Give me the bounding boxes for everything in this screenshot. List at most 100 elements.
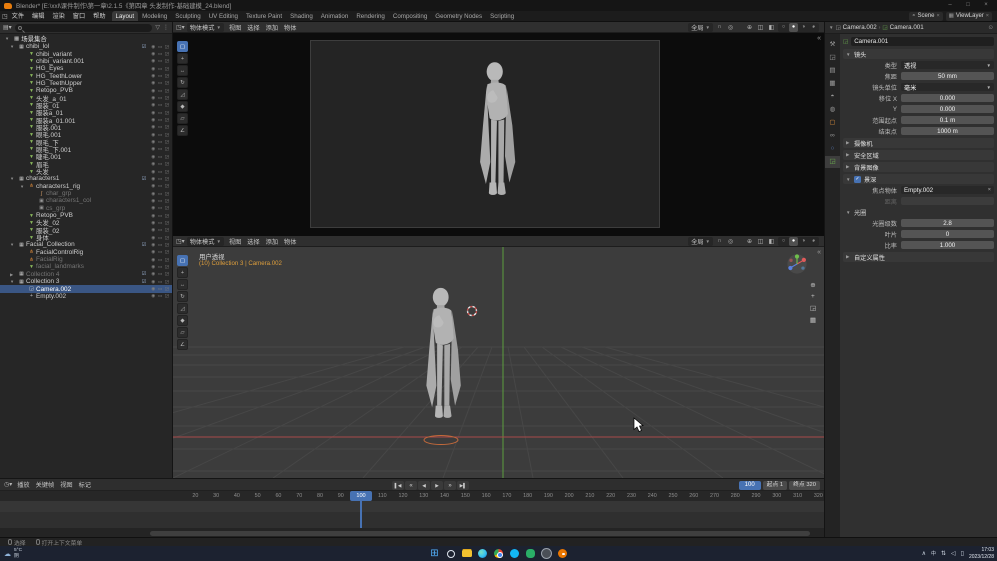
property-field[interactable]: 毫米 ▼ × xyxy=(901,82,994,92)
hide-eye-icon[interactable]: ◉ xyxy=(151,110,155,116)
outliner-row[interactable]: 头发 ☑ ◉ ▭ ◲ xyxy=(0,168,172,177)
menu-item[interactable]: 文件 xyxy=(8,11,28,21)
outliner-row[interactable]: HG_TeethLower ☑ ◉ ▭ ◲ xyxy=(0,72,172,80)
shading-mode-icon[interactable] xyxy=(799,23,808,32)
taskbar-app-icon[interactable] xyxy=(461,548,473,560)
properties-tab[interactable] xyxy=(825,156,840,168)
outliner-editor-icon[interactable]: ▤▾ xyxy=(3,24,12,31)
collapsed-panel-header[interactable]: ▶ 背景图像 xyxy=(843,162,994,172)
viewport-menu-item[interactable]: 视图 xyxy=(226,237,244,246)
camera-viewport[interactable]: « xyxy=(173,33,824,236)
properties-tab[interactable] xyxy=(825,65,840,77)
disable-viewport-icon[interactable]: ▭ xyxy=(158,220,162,226)
disable-viewport-icon[interactable]: ▭ xyxy=(158,271,162,277)
disable-render-icon[interactable]: ◲ xyxy=(165,183,169,189)
disable-render-icon[interactable]: ◲ xyxy=(165,95,169,101)
hide-eye-icon[interactable]: ◉ xyxy=(151,205,155,211)
outliner-row[interactable]: ▼ Collection 3 ☑ ◉ ▭ ◲ xyxy=(0,278,172,285)
close-button[interactable]: × xyxy=(979,0,993,11)
current-frame-field[interactable]: 100 xyxy=(738,480,761,490)
outliner-search-input[interactable] xyxy=(14,23,153,32)
disable-viewport-icon[interactable]: ▭ xyxy=(158,176,162,182)
shading-mode-icon[interactable] xyxy=(779,23,788,32)
property-field[interactable]: Empty.002 ▼ × xyxy=(901,185,994,195)
volume-icon[interactable]: ◁ xyxy=(951,550,956,557)
viewport-menu-item[interactable]: 添加 xyxy=(263,237,281,246)
hide-eye-icon[interactable]: ◉ xyxy=(151,51,155,57)
tray-expand-icon[interactable]: ∧ xyxy=(922,550,926,557)
properties-tab[interactable] xyxy=(825,52,840,64)
taskbar-app-icon[interactable] xyxy=(429,548,441,560)
xray-toggle-icon[interactable]: ◧ xyxy=(767,238,776,245)
disable-viewport-icon[interactable]: ▭ xyxy=(158,286,162,292)
viewport-editor-icon[interactable]: ◳▾ xyxy=(176,238,185,245)
disable-render-icon[interactable]: ◲ xyxy=(165,132,169,138)
lens-panel-header[interactable]: ▼ 镜头 xyxy=(843,49,994,59)
outliner-row[interactable]: chibi_variant ☑ ◉ ▭ ◲ xyxy=(0,50,172,58)
battery-icon[interactable]: ▯ xyxy=(961,550,964,557)
collapsed-panel-header[interactable]: ▶ 安全区域 xyxy=(843,150,994,160)
viewlayer-selector[interactable]: ▦ ViewLayer × xyxy=(945,11,992,21)
properties-tab[interactable] xyxy=(825,104,840,116)
workspace-tab[interactable]: Sculpting xyxy=(171,11,204,21)
property-field[interactable]: 0.000 ▼ × xyxy=(901,104,994,114)
collection-checkbox-icon[interactable]: ☑ xyxy=(142,271,149,277)
tool-button[interactable] xyxy=(177,315,188,326)
outliner-row[interactable]: 身体 ☑ ◉ ▭ ◲ xyxy=(0,234,172,243)
playhead-line[interactable] xyxy=(360,501,362,528)
outliner-row[interactable]: char_grp ☑ ◉ ▭ ◲ xyxy=(0,190,172,197)
viewport-menu-item[interactable]: 物体 xyxy=(281,237,299,246)
network-icon[interactable]: ⇅ xyxy=(941,550,946,557)
outliner-row[interactable]: Empty.002 ☑ ◉ ▭ ◲ xyxy=(0,293,172,300)
transform-orientation-selector[interactable]: 全局 ▼ xyxy=(688,236,713,246)
outliner-row[interactable]: FacialRig ☑ ◉ ▭ ◲ xyxy=(0,256,172,263)
show-gizmo-icon[interactable]: ⊕ xyxy=(745,238,754,245)
disable-render-icon[interactable]: ◲ xyxy=(165,169,169,175)
expander-icon[interactable]: ▼ xyxy=(10,242,17,247)
frame-end-field[interactable]: 终点 320 xyxy=(789,480,820,490)
outliner-row[interactable]: ▼ chibi_lol ☑ ◉ ▭ ◲ xyxy=(0,43,172,50)
shading-mode-icon[interactable] xyxy=(809,237,818,246)
datablock-name-field[interactable]: Camera.001 xyxy=(851,37,994,46)
disable-viewport-icon[interactable]: ▭ xyxy=(158,213,162,219)
hide-eye-icon[interactable]: ◉ xyxy=(151,161,155,167)
hide-eye-icon[interactable]: ◉ xyxy=(151,139,155,145)
scene-unlink-icon[interactable]: × xyxy=(936,13,939,19)
hide-eye-icon[interactable]: ◉ xyxy=(151,66,155,72)
3d-viewport[interactable]: 用户透视 (10) Collection 3 | Camera.002 « ⊕ … xyxy=(173,247,824,478)
disable-render-icon[interactable]: ◲ xyxy=(165,102,169,108)
collection-checkbox-icon[interactable]: ☑ xyxy=(142,242,149,248)
shading-mode-icon[interactable] xyxy=(809,23,818,32)
outliner-row[interactable]: characters1_col ☑ ◉ ▭ ◲ xyxy=(0,197,172,204)
hide-eye-icon[interactable]: ◉ xyxy=(151,102,155,108)
hide-eye-icon[interactable]: ◉ xyxy=(151,227,155,233)
expander-icon[interactable]: ▼ xyxy=(20,184,27,189)
disable-viewport-icon[interactable]: ▭ xyxy=(158,205,162,211)
disable-render-icon[interactable]: ◲ xyxy=(165,242,169,248)
disable-viewport-icon[interactable]: ▭ xyxy=(158,154,162,160)
taskbar-app-icon[interactable] xyxy=(557,548,569,560)
tool-button[interactable] xyxy=(177,291,188,302)
disable-render-icon[interactable]: ◲ xyxy=(165,198,169,204)
hide-eye-icon[interactable]: ◉ xyxy=(151,88,155,94)
taskbar-app-icon[interactable] xyxy=(445,548,457,560)
workspace-tab[interactable]: Rendering xyxy=(352,11,389,21)
collection-checkbox-icon[interactable]: ☑ xyxy=(142,176,149,182)
shading-mode-icon[interactable] xyxy=(789,236,798,246)
tool-button[interactable] xyxy=(177,339,188,350)
maximize-button[interactable]: □ xyxy=(961,0,975,11)
menu-item[interactable]: 帮助 xyxy=(89,11,109,21)
expander-icon[interactable]: ▼ xyxy=(5,36,12,41)
hide-eye-icon[interactable]: ◉ xyxy=(151,242,155,248)
hide-eye-icon[interactable]: ◉ xyxy=(151,58,155,64)
minimize-button[interactable]: – xyxy=(943,0,957,11)
frame-start-field[interactable]: 起点 1 xyxy=(762,480,788,490)
transport-button[interactable] xyxy=(418,480,430,490)
outliner-row[interactable]: ▶ Collection 4 ☑ ◉ ▭ ◲ xyxy=(0,271,172,278)
show-overlays-icon[interactable]: ◫ xyxy=(756,238,765,245)
disable-render-icon[interactable]: ◲ xyxy=(165,124,169,130)
workspace-tab[interactable]: Scripting xyxy=(486,11,518,21)
tool-button[interactable] xyxy=(177,279,188,290)
disable-render-icon[interactable]: ◲ xyxy=(165,286,169,292)
timeline-ruler[interactable]: 20 30 40 50 60 70 80 90 100 110 120 130 140 150 160 170… xyxy=(0,491,824,501)
